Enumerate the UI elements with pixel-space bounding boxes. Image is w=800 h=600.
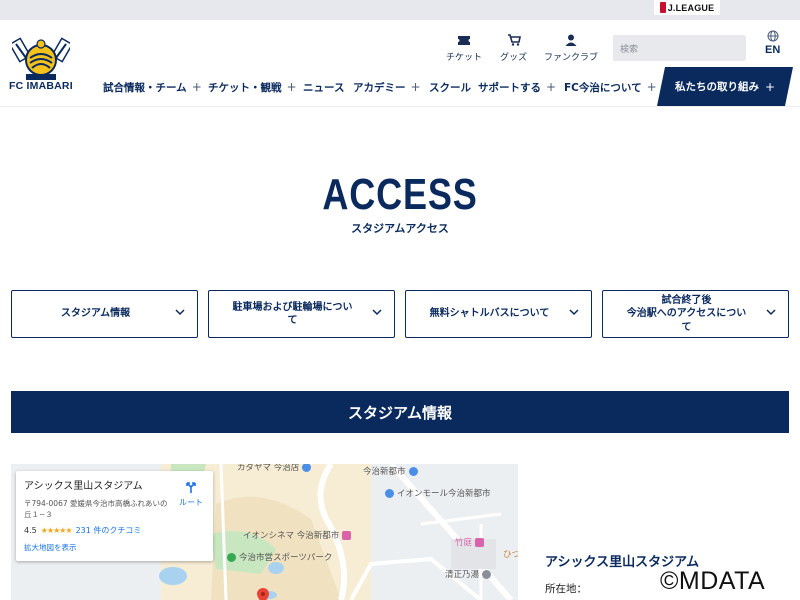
restaurant-icon [475,537,485,547]
nav-item-school[interactable]: スクール [429,80,471,94]
poi-imabari-shintoshi[interactable]: 今治新都市 [363,465,418,477]
user-icon [565,34,577,46]
venue-location-label: 所在地： [545,583,587,595]
poi-sports-park[interactable]: 今治市営スポーツパーク [227,551,332,563]
directions-label: ルート [179,498,203,507]
google-map[interactable]: カダヤマ 今治店 今治新都市 イオンモール今治新都市 イオンシネマ 今治新都市 … [11,464,518,600]
nav-item-support[interactable]: サポートする + [478,80,556,94]
nav-item-label: FC今治について [564,81,642,94]
shop-icon [302,464,312,472]
map-info-card: アシックス里山スタジアム 〒794-0067 愛媛県今治市高橋ふれあいの丘１−３… [16,471,213,561]
anchor-stadium-info[interactable]: スタジアム情報 [11,290,198,338]
jleague-logo-icon [659,2,666,13]
bath-icon [482,569,492,579]
goods-link[interactable]: グッズ [500,34,527,63]
poi-kagayama[interactable]: カダヤマ 今治店 [237,464,312,473]
poi-label: 今治新都市 [363,467,406,477]
nav-item-news[interactable]: ニュース [303,80,344,94]
nav-item-label: アカデミー [353,81,406,94]
directions-button[interactable]: ルート [179,480,203,508]
poi-aeon-cinema[interactable]: イオンシネマ 今治新都市 [243,529,352,541]
fanclub-label: ファンクラブ [544,53,599,63]
globe-icon [767,30,779,42]
cinema-icon [342,530,352,540]
header-divider [0,106,800,107]
plus-icon: + [646,80,657,94]
reviews-link[interactable]: 231 件のクチコミ [76,525,142,536]
nav-item-label: チケット・観戦 [208,81,282,94]
chevron-down-icon [175,309,185,316]
anchor-label: 無料シャトルバスについて [429,308,550,320]
map-pin-icon[interactable] [255,588,271,600]
nav-item-label: ニュース [303,81,345,94]
anchor-label: 駐車場および駐輪場につい て [232,301,353,327]
goods-label: グッズ [500,53,528,63]
shopping-bag-icon [385,488,394,498]
section-title: スタジアム情報 [348,403,452,422]
chevron-down-icon [372,309,382,316]
initiatives-label: 私たちの取り組み [674,81,759,93]
language-label: EN [765,44,781,56]
nav-item-academy[interactable]: アカデミー + [353,80,421,94]
enlarge-map-link[interactable]: 拡大地図を表示 [24,542,205,553]
star-rating-icon: ★★★★★ [40,525,73,535]
anchor-links: スタジアム情報 駐車場および駐輪場につい て 無料シャトルバスについて 試合終了… [11,290,789,338]
poi-kiyomasa[interactable]: 清正乃湯 [445,568,492,580]
poi-label: 清正乃湯 [445,570,480,580]
anchor-after-match-access[interactable]: 試合終了後 今治駅へのアクセスについ て [602,290,789,338]
section-heading: スタジアム情報 [11,391,789,433]
jleague-label: J.LEAGUE [667,2,715,13]
shop-icon [408,466,418,476]
watermark: ©MDATA [660,567,766,595]
poi-takenoniwa[interactable]: 竹庭 [455,536,485,548]
anchor-parking[interactable]: 駐車場および駐輪場につい て [208,290,395,338]
rating-value: 4.5 [24,525,37,535]
plus-icon: + [286,80,297,94]
nav-item-ticket-watch[interactable]: チケット・観戦 + [208,80,297,94]
anchor-label: スタジアム情報 [60,308,131,320]
jleague-badge[interactable]: J.LEAGUE [654,0,720,15]
page-title: ACCESS [322,170,478,219]
anchor-label: 試合終了後 今治駅へのアクセスについ て [626,294,747,333]
ticket-icon [458,36,470,45]
poi-label: ひつ [503,550,518,560]
language-switch[interactable]: EN [765,30,780,56]
page-subtitle: スタジアムアクセス [351,222,449,235]
poi-label: イオンモール今治新都市 [397,489,491,499]
poi-label: イオンシネマ 今治新都市 [243,531,340,541]
park-icon [227,552,236,562]
search-input[interactable]: 検索 [613,35,746,61]
plus-icon: + [410,80,421,94]
fanclub-link[interactable]: ファンクラブ [544,34,598,63]
ticket-label: チケット [446,53,483,63]
poi-label: 今治市営スポーツパーク [239,553,333,563]
poi-label: カダヤマ 今治店 [237,464,300,473]
nav-item-label: スクール [429,81,471,94]
nav-item-label: 試合情報・チーム [103,81,187,94]
plus-icon: + [546,80,557,94]
nav-item-about[interactable]: FC今治について + [564,80,657,94]
map-place-name: アシックス里山スタジアム [24,481,143,492]
initiatives-button[interactable]: 私たちの取り組み + [657,67,793,106]
nav-item-match-team[interactable]: 試合情報・チーム + [103,80,202,94]
poi-aeon-mall[interactable]: イオンモール今治新都市 [385,487,491,499]
nav-item-label: サポートする [478,81,541,94]
cart-icon [507,34,521,46]
plus-icon: + [191,80,202,94]
directions-icon [186,482,196,493]
anchor-shuttle-bus[interactable]: 無料シャトルバスについて [405,290,592,338]
chevron-down-icon [569,309,579,316]
map-place-address: 〒794-0067 愛媛県今治市高橋ふれあいの丘１−３ [24,499,168,519]
ticket-link[interactable]: チケット [446,34,482,63]
poi-hyo[interactable]: ひつ [503,548,518,560]
plus-icon: + [764,79,776,94]
poi-label: 竹庭 [455,538,473,548]
map-rating-row: 4.5 ★★★★★ 231 件のクチコミ [24,525,205,536]
chevron-down-icon [766,309,776,316]
